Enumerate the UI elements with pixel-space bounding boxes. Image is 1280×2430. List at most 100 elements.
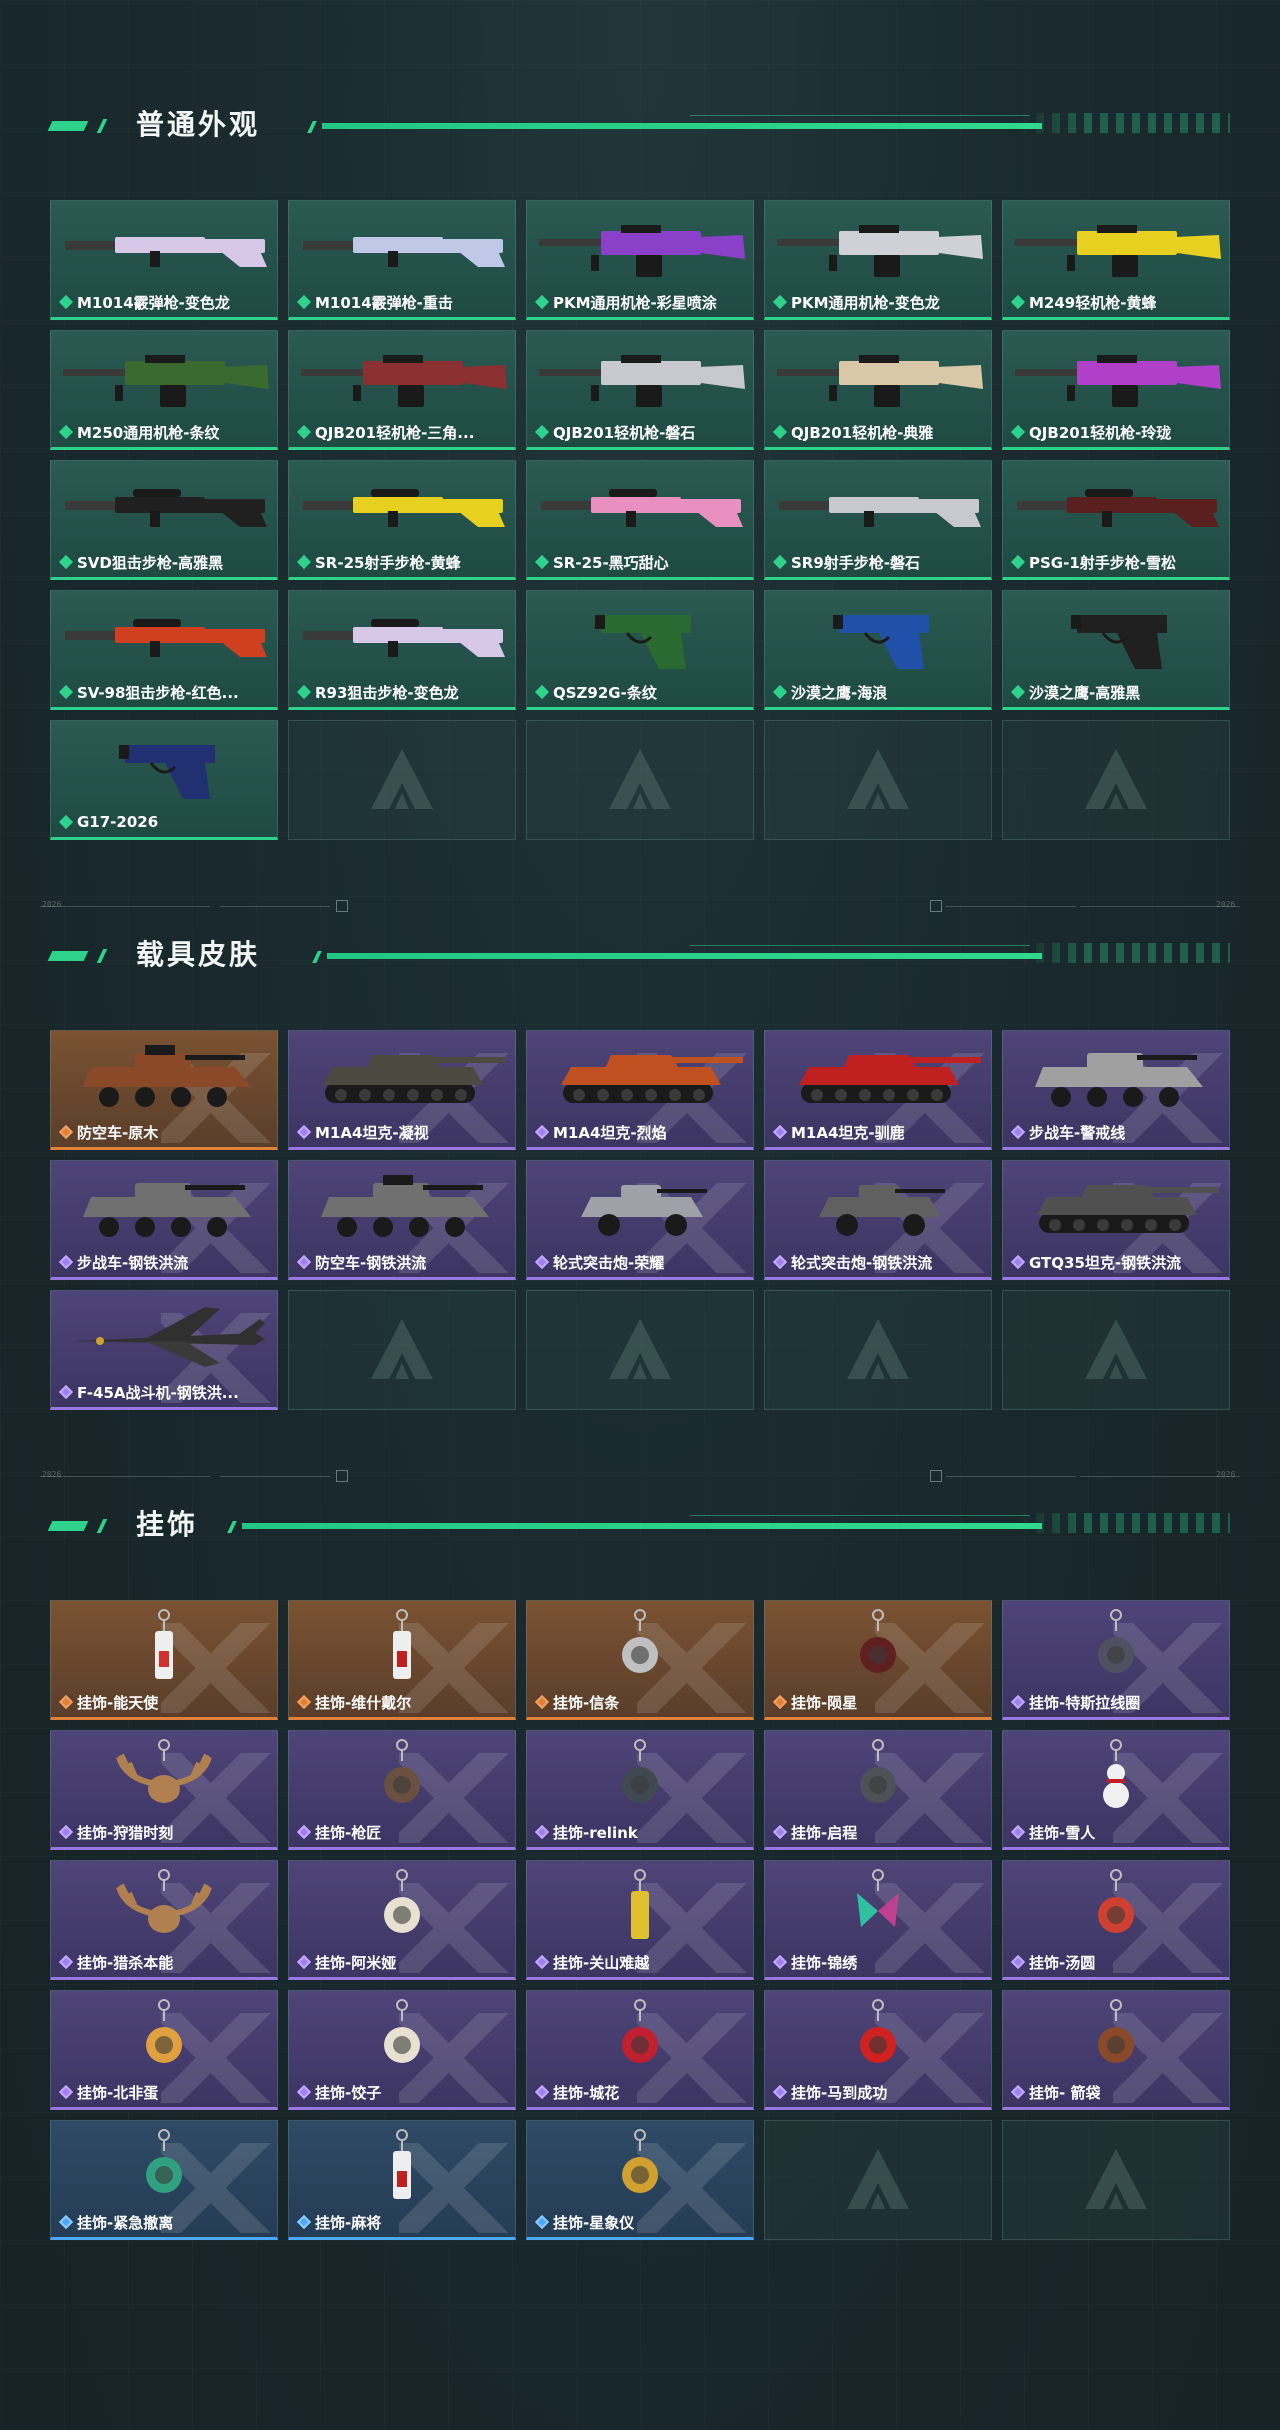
charm-card[interactable]: 挂饰-北非蛋 xyxy=(50,1990,278,2110)
vehicle-card[interactable]: M1A4坦克-驯鹿 xyxy=(764,1030,992,1150)
vehicle-card[interactable]: F-45A战斗机-钢铁洪... xyxy=(50,1290,278,1410)
weapon-card[interactable]: G17-2026 xyxy=(50,720,278,840)
item-label: 轮式突击炮-荣耀 xyxy=(534,1251,747,1273)
item-name: 挂饰-关山难越 xyxy=(553,1953,650,1972)
weapon-card[interactable]: SR9射手步枪-磐石 xyxy=(764,460,992,580)
weapon-card[interactable]: SR-25射手步枪-黄蜂 xyxy=(288,460,516,580)
charm-card[interactable]: 挂饰-特斯拉线圈 xyxy=(1002,1600,1230,1720)
rarity-diamond-icon xyxy=(534,554,550,570)
weapon-card[interactable]: 沙漠之鹰-海浪 xyxy=(764,590,992,710)
rarity-diamond-icon xyxy=(58,1384,74,1400)
weapon-card[interactable]: 沙漠之鹰-高雅黑 xyxy=(1002,590,1230,710)
charm-card[interactable]: 挂饰-汤圆 xyxy=(1002,1860,1230,1980)
rarity-diamond-icon xyxy=(296,294,312,310)
item-label: 挂饰-城花 xyxy=(534,2081,747,2103)
charm-card[interactable]: 挂饰-阿米娅 xyxy=(288,1860,516,1980)
charm-card[interactable]: 挂饰-陨星 xyxy=(764,1600,992,1720)
empty-slot xyxy=(288,1290,516,1410)
item-label: 防空车-钢铁洪流 xyxy=(296,1251,509,1273)
weapon-card[interactable]: PSG-1射手步枪-雪松 xyxy=(1002,460,1230,580)
item-label: M1014霰弹枪-变色龙 xyxy=(58,291,271,313)
charm-card[interactable]: 挂饰- 箭袋 xyxy=(1002,1990,1230,2110)
charm-card[interactable]: 挂饰-relink xyxy=(526,1730,754,1850)
header-thin-line xyxy=(690,1515,1030,1516)
vehicle-card[interactable]: 防空车-原木 xyxy=(50,1030,278,1150)
charm-figure-icon xyxy=(622,1609,658,1673)
charm-card[interactable]: 挂饰-星象仪 xyxy=(526,2120,754,2240)
charm-card[interactable]: 挂饰-枪匠 xyxy=(288,1730,516,1850)
weapon-card[interactable]: SV-98狙击步枪-红色... xyxy=(50,590,278,710)
charm-card[interactable]: 挂饰-信条 xyxy=(526,1600,754,1720)
weapon-card[interactable]: QJB201轻机枪-典雅 xyxy=(764,330,992,450)
weapon-card[interactable]: M250通用机枪-条纹 xyxy=(50,330,278,450)
item-label: PSG-1射手步枪-雪松 xyxy=(1010,551,1223,573)
vehicle-card[interactable]: 步战车-警戒线 xyxy=(1002,1030,1230,1150)
weapon-card[interactable]: QSZ92G-条纹 xyxy=(526,590,754,710)
weapon-card[interactable]: M1014霰弹枪-重击 xyxy=(288,200,516,320)
divider-line xyxy=(946,1476,1076,1477)
vehicle-card[interactable]: 轮式突击炮-荣耀 xyxy=(526,1160,754,1280)
weapon-card[interactable]: SVD狙击步枪-高雅黑 xyxy=(50,460,278,580)
charm-card[interactable]: 挂饰-锦绣 xyxy=(764,1860,992,1980)
item-name: 挂饰-星象仪 xyxy=(553,2213,635,2232)
rarity-diamond-icon xyxy=(772,554,788,570)
item-name: R93狙击步枪-变色龙 xyxy=(315,683,459,702)
machine-gun-icon xyxy=(63,355,269,407)
rarity-diamond-icon xyxy=(296,554,312,570)
weapon-card[interactable]: PKM通用机枪-彩星喷涂 xyxy=(526,200,754,320)
rarity-diamond-icon xyxy=(534,294,550,310)
weapon-card[interactable]: QJB201轻机枪-三角... xyxy=(288,330,516,450)
item-name: SV-98狙击步枪-红色... xyxy=(77,683,239,702)
charm-card[interactable]: 挂饰-饺子 xyxy=(288,1990,516,2110)
charm-card[interactable]: 挂饰-马到成功 xyxy=(764,1990,992,2110)
vehicle-card[interactable]: M1A4坦克-烈焰 xyxy=(526,1030,754,1150)
charm-card[interactable]: 挂饰-紧急撤离 xyxy=(50,2120,278,2240)
vehicle-card[interactable]: 步战车-钢铁洪流 xyxy=(50,1160,278,1280)
divider-square xyxy=(336,1470,348,1482)
header-checker-pattern xyxy=(1020,113,1230,133)
charm-card[interactable]: 挂饰-城花 xyxy=(526,1990,754,2110)
item-name: G17-2026 xyxy=(77,813,159,831)
item-label: 挂饰-麻将 xyxy=(296,2211,509,2233)
charm-card[interactable]: 挂饰-麻将 xyxy=(288,2120,516,2240)
charm-card[interactable]: 挂饰-能天使 xyxy=(50,1600,278,1720)
item-label: 挂饰-特斯拉线圈 xyxy=(1010,1691,1223,1713)
item-label: F-45A战斗机-钢铁洪... xyxy=(58,1381,271,1403)
weapon-card[interactable]: M1014霰弹枪-变色龙 xyxy=(50,200,278,320)
item-name: 步战车-警戒线 xyxy=(1029,1123,1126,1142)
item-label: 挂饰-汤圆 xyxy=(1010,1951,1223,1973)
header-tick xyxy=(96,1519,108,1533)
item-label: SR-25射手步枪-黄蜂 xyxy=(296,551,509,573)
weapon-card[interactable]: QJB201轻机枪-玲珑 xyxy=(1002,330,1230,450)
weapon-card[interactable]: PKM通用机枪-变色龙 xyxy=(764,200,992,320)
rarity-diamond-icon xyxy=(296,424,312,440)
charm-card[interactable]: 挂饰-雪人 xyxy=(1002,1730,1230,1850)
sniper-rifle-icon xyxy=(541,489,743,527)
rarity-diamond-icon xyxy=(772,1124,788,1140)
charm-card[interactable]: 挂饰-狩猎时刻 xyxy=(50,1730,278,1850)
charm-card[interactable]: 挂饰-猎杀本能 xyxy=(50,1860,278,1980)
weapon-card[interactable]: QJB201轻机枪-磐石 xyxy=(526,330,754,450)
charm-card[interactable]: 挂饰-启程 xyxy=(764,1730,992,1850)
vehicle-card[interactable]: 轮式突击炮-钢铁洪流 xyxy=(764,1160,992,1280)
item-name: PKM通用机枪-变色龙 xyxy=(791,293,940,312)
weapon-card[interactable]: M249轻机枪-黄蜂 xyxy=(1002,200,1230,320)
charm-coil-icon xyxy=(1098,1609,1134,1673)
item-name: PKM通用机枪-彩星喷涂 xyxy=(553,293,717,312)
item-name: 挂饰-能天使 xyxy=(77,1693,159,1712)
weapon-card[interactable]: SR-25-黑巧甜心 xyxy=(526,460,754,580)
item-label: 挂饰-雪人 xyxy=(1010,1821,1223,1843)
charm-card[interactable]: 挂饰-维什戴尔 xyxy=(288,1600,516,1720)
page: 普通外观 M1014霰弹枪-变色龙 M1014霰弹枪-重击 PKM通用机枪-彩星喷涂… xyxy=(0,0,1280,2430)
anti-air-vehicle-icon xyxy=(321,1175,489,1237)
vehicles-grid: 防空车-原木 M1A4坦克-凝视 M1A4坦克-烈焰 M1A4坦克-驯鹿 步战车-警戒线… xyxy=(50,1030,1230,1410)
rarity-diamond-icon xyxy=(772,1254,788,1270)
vehicle-card[interactable]: M1A4坦克-凝视 xyxy=(288,1030,516,1150)
vehicle-card[interactable]: GTQ35坦克-钢铁洪流 xyxy=(1002,1160,1230,1280)
vehicle-card[interactable]: 防空车-钢铁洪流 xyxy=(288,1160,516,1280)
item-label: 挂饰-紧急撤离 xyxy=(58,2211,271,2233)
charm-card[interactable]: 挂饰-关山难越 xyxy=(526,1860,754,1980)
weapon-card[interactable]: R93狙击步枪-变色龙 xyxy=(288,590,516,710)
shotgun-icon xyxy=(65,237,267,267)
divider-line xyxy=(220,906,330,907)
